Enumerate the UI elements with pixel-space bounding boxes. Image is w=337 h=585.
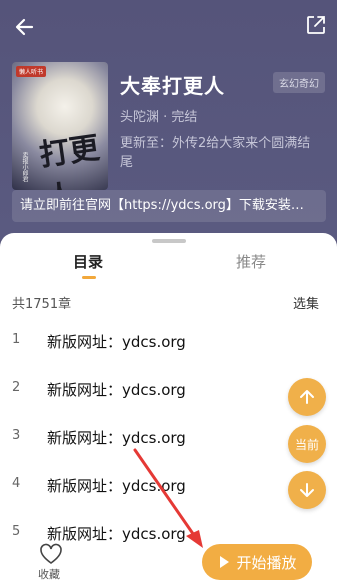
active-tab-indicator xyxy=(82,276,96,279)
chapter-number: 5 xyxy=(12,524,21,539)
chapter-title: 新版网址：ydcs.org xyxy=(47,333,186,351)
chapter-title: 新版网址：ydcs.org xyxy=(47,477,186,495)
heart-icon xyxy=(40,543,62,564)
tab-recommend[interactable]: 推荐 xyxy=(236,251,266,272)
book-cover[interactable]: 懒人听书 打更人 卖报小郎君 xyxy=(12,62,108,190)
scroll-up-button[interactable] xyxy=(288,378,326,416)
cover-title-art: 打更人 xyxy=(37,130,102,190)
arrow-up-icon xyxy=(300,390,314,404)
sheet-handle[interactable] xyxy=(152,239,186,243)
chapter-number: 1 xyxy=(12,332,21,347)
tab-catalog[interactable]: 目录 xyxy=(73,251,103,272)
book-header: 懒人听书 打更人 卖报小郎君 大奉打更人 玄幻奇幻 头陀渊 · 完结 更新至：外… xyxy=(0,0,337,240)
share-icon[interactable] xyxy=(305,14,327,36)
chapter-count: 共1751章 xyxy=(12,297,72,312)
chapter-number: 4 xyxy=(12,476,21,491)
chapter-title: 新版网址：ydcs.org xyxy=(47,381,186,399)
cover-badge: 懒人听书 xyxy=(16,66,47,77)
chapter-number: 3 xyxy=(12,428,21,443)
current-chapter-button[interactable]: 当前 xyxy=(288,425,326,463)
play-icon xyxy=(220,556,230,568)
chapter-list: 1 新版网址：ydcs.org 2 新版网址：ydcs.org 3 新版网址：y… xyxy=(0,323,337,563)
scroll-down-button[interactable] xyxy=(288,471,326,509)
chapter-title: 新版网址：ydcs.org xyxy=(47,429,186,447)
arrow-down-icon xyxy=(300,483,314,497)
author-status: 头陀渊 · 完结 xyxy=(120,110,198,125)
favorite-label: 收藏 xyxy=(38,568,60,581)
play-label: 开始播放 xyxy=(236,553,297,572)
chapter-row[interactable]: 4 新版网址：ydcs.org xyxy=(0,467,337,515)
chapter-sheet: 目录 推荐 共1751章 选集 1 新版网址：ydcs.org 2 新版网址：y… xyxy=(0,233,337,585)
chapter-row[interactable]: 2 新版网址：ydcs.org xyxy=(0,371,337,419)
back-arrow-icon[interactable] xyxy=(12,14,38,40)
chapter-row[interactable]: 1 新版网址：ydcs.org xyxy=(0,323,337,371)
chapter-row[interactable]: 3 新版网址：ydcs.org xyxy=(0,419,337,467)
notice-banner[interactable]: 请立即前往官网【https://ydcs.org】下载安装… xyxy=(12,190,326,222)
select-episodes-button[interactable]: 选集 xyxy=(293,293,319,312)
chapter-title: 新版网址：ydcs.org xyxy=(47,525,186,543)
book-title: 大奉打更人 xyxy=(120,74,225,98)
start-play-button[interactable]: 开始播放 xyxy=(202,544,312,580)
genre-tag[interactable]: 玄幻奇幻 xyxy=(273,72,325,93)
cover-author: 卖报小郎君 xyxy=(21,152,28,182)
update-info: 更新至：外传2给大家来个圆满结尾 xyxy=(120,136,311,170)
chapter-number: 2 xyxy=(12,380,21,395)
